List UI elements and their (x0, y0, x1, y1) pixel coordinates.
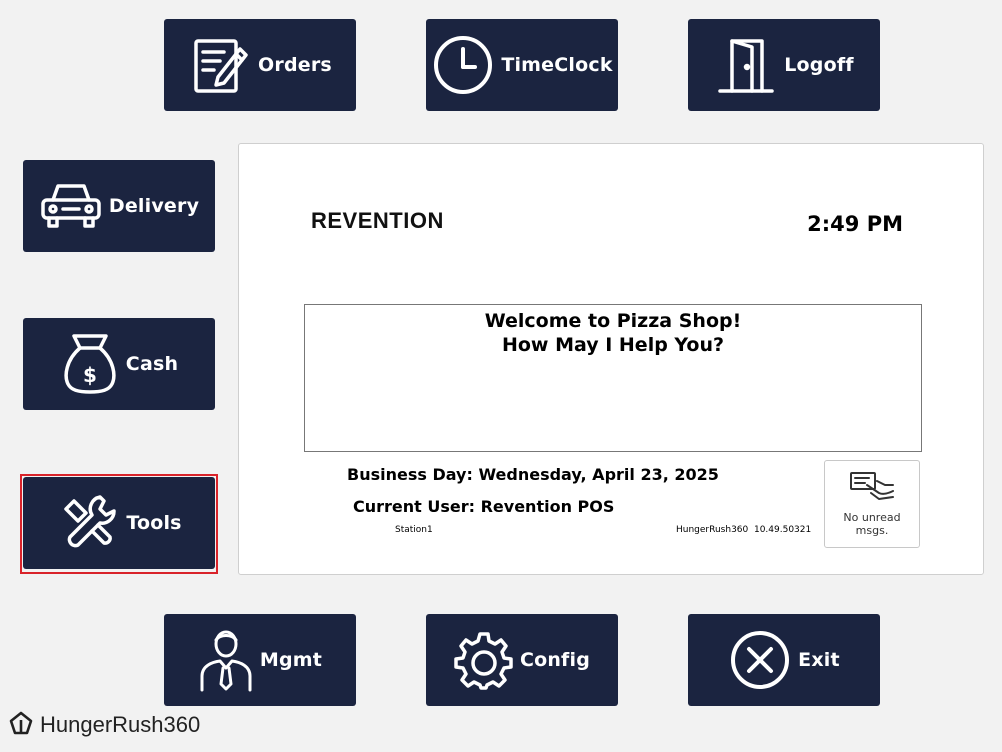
tools-button[interactable]: Tools (23, 477, 215, 569)
config-button[interactable]: Config (426, 614, 618, 706)
current-user-text: Current User: Revention POS (353, 497, 615, 516)
orders-label: Orders (258, 54, 332, 76)
timeclock-button[interactable]: TimeClock (426, 19, 618, 111)
close-circle-icon (728, 628, 792, 692)
clock-icon (431, 33, 495, 97)
tools-label: Tools (126, 512, 182, 534)
mgmt-button[interactable]: Mgmt (164, 614, 356, 706)
wrench-icon (56, 491, 120, 555)
orders-button[interactable]: Orders (164, 19, 356, 111)
revention-logo: REVENTION (311, 208, 444, 233)
business-day-text: Business Day: Wednesday, April 23, 2025 (347, 465, 719, 484)
messages-label: No unread msgs. (843, 511, 901, 537)
exit-button[interactable]: Exit (688, 614, 880, 706)
welcome-line-2: How May I Help You? (501, 334, 725, 356)
message-hand-icon (849, 471, 895, 505)
car-icon (39, 178, 103, 234)
clock-display: 2:49 PM (807, 212, 903, 236)
cash-button[interactable]: $ Cash (23, 318, 215, 410)
config-label: Config (519, 649, 591, 671)
money-bag-icon: $ (60, 332, 120, 396)
order-pad-pencil-icon (188, 33, 252, 97)
welcome-message-box: Welcome to Pizza Shop! How May I Help Yo… (304, 304, 922, 452)
timeclock-label: TimeClock (501, 54, 613, 76)
hungerrush-logo-icon (8, 710, 34, 740)
gear-icon (454, 630, 514, 690)
station-text: Station1 (395, 525, 433, 535)
delivery-button[interactable]: Delivery (23, 160, 215, 252)
footer-logo-text: HungerRush360 (40, 712, 201, 737)
mgmt-label: Mgmt (259, 649, 323, 671)
welcome-line-1: Welcome to Pizza Shop! (484, 310, 742, 332)
manager-person-icon (198, 628, 254, 692)
hungerrush360-logo: HungerRush360 (8, 710, 200, 740)
logoff-button[interactable]: Logoff (688, 19, 880, 111)
cash-label: Cash (125, 353, 179, 375)
door-icon (714, 33, 778, 97)
delivery-label: Delivery (108, 195, 200, 217)
messages-button[interactable]: No unread msgs. (824, 460, 920, 548)
info-panel: REVENTION 2:49 PM Welcome to Pizza Shop!… (238, 143, 984, 575)
exit-label: Exit (798, 649, 840, 671)
svg-text:$: $ (83, 363, 97, 387)
logoff-label: Logoff (784, 54, 854, 76)
version-text: HungerRush360 10.49.50321 (676, 525, 812, 535)
